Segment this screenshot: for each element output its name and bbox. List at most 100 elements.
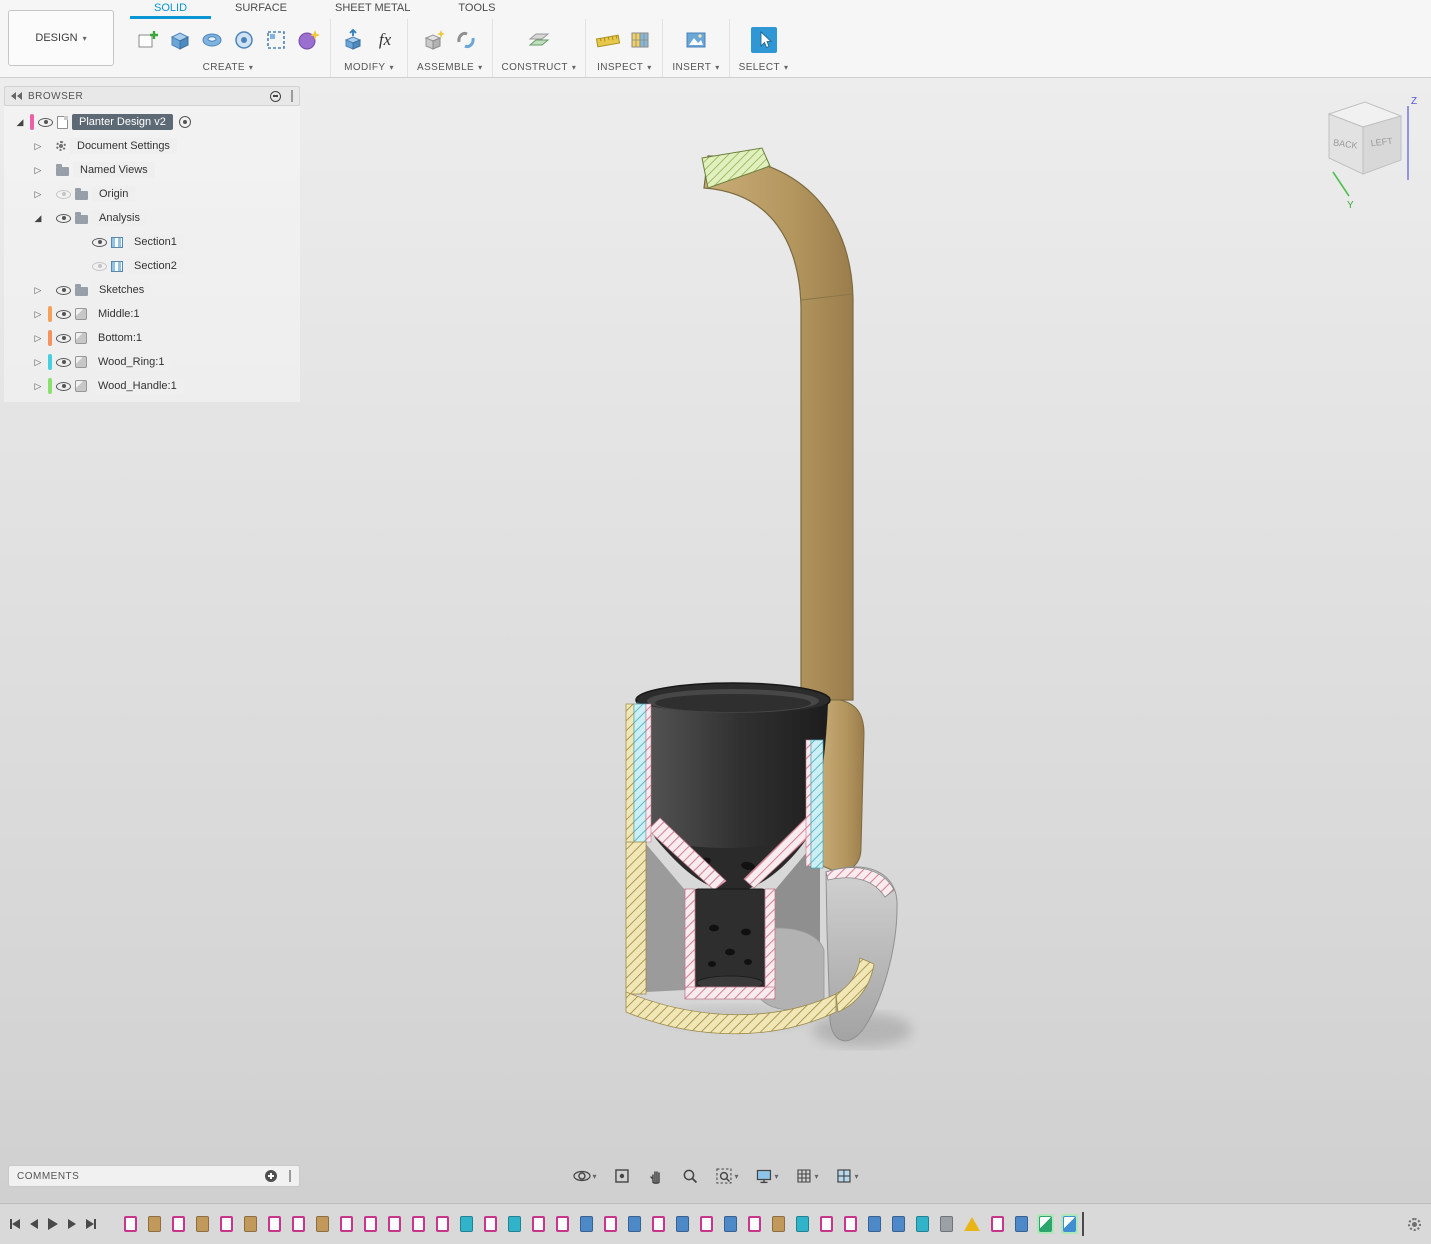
browser-drag-handle[interactable]: [291, 90, 293, 102]
timeline-feature[interactable]: [484, 1216, 497, 1232]
browser-row[interactable]: Origin: [4, 182, 300, 206]
ribbon-tab[interactable]: TOOLS: [434, 0, 519, 19]
ribbon-tab[interactable]: SHEET METAL: [311, 0, 434, 19]
browser-row[interactable]: Section2: [4, 254, 300, 278]
timeline-feature[interactable]: [268, 1216, 281, 1232]
joint-icon[interactable]: [453, 27, 479, 53]
expand-triangle-icon[interactable]: [32, 309, 44, 320]
rectangular-pattern-icon[interactable]: [263, 27, 289, 53]
ribbon-tab[interactable]: SURFACE: [211, 0, 311, 19]
ribbon-tab[interactable]: SOLID: [130, 0, 211, 19]
node-label[interactable]: Document Settings: [70, 138, 177, 154]
timeline-feature[interactable]: [1015, 1216, 1028, 1232]
pan-button[interactable]: [644, 1165, 666, 1187]
insert-image-icon[interactable]: [683, 27, 709, 53]
browser-row[interactable]: Named Views: [4, 158, 300, 182]
node-label[interactable]: Sketches: [92, 282, 151, 298]
visibility-eye-icon[interactable]: [92, 238, 107, 247]
step-back-button[interactable]: [30, 1219, 38, 1229]
timeline-feature[interactable]: [892, 1216, 905, 1232]
timeline-feature[interactable]: [436, 1216, 449, 1232]
browser-row[interactable]: Wood_Handle:1: [4, 374, 300, 398]
modify-menu[interactable]: MODIFY ▾: [344, 61, 394, 73]
viewports-button[interactable]: ▾: [833, 1165, 861, 1187]
section-analysis-icon[interactable]: [627, 27, 653, 53]
design-menu-button[interactable]: DESIGN ▾: [8, 10, 114, 66]
timeline-feature[interactable]: [580, 1216, 593, 1232]
new-component-icon[interactable]: [421, 27, 447, 53]
visibility-eye-icon[interactable]: [56, 310, 71, 319]
node-label[interactable]: Named Views: [73, 162, 155, 178]
play-button[interactable]: [48, 1218, 58, 1230]
visibility-eye-icon[interactable]: [38, 118, 53, 127]
node-label[interactable]: Section1: [127, 234, 184, 250]
timeline-feature[interactable]: [868, 1216, 881, 1232]
browser-row[interactable]: Sketches: [4, 278, 300, 302]
timeline-feature[interactable]: [724, 1216, 737, 1232]
construct-menu[interactable]: CONSTRUCT ▾: [502, 61, 577, 73]
timeline-feature[interactable]: [220, 1216, 233, 1232]
browser-row[interactable]: Document Settings: [4, 134, 300, 158]
browser-minimize-icon[interactable]: [270, 91, 281, 102]
timeline-feature[interactable]: [991, 1216, 1004, 1232]
node-label[interactable]: Section2: [127, 258, 184, 274]
revolve-icon[interactable]: [199, 27, 225, 53]
expand-triangle-icon[interactable]: [32, 357, 44, 368]
view-cube[interactable]: Z Y BACK LEFT: [1305, 92, 1421, 212]
expand-triangle-icon[interactable]: [32, 141, 44, 152]
browser-row[interactable]: Analysis: [4, 206, 300, 230]
visibility-eye-icon[interactable]: [56, 214, 71, 223]
timeline-feature[interactable]: [748, 1216, 761, 1232]
skip-to-end-button[interactable]: [86, 1219, 96, 1229]
timeline-feature[interactable]: [364, 1216, 377, 1232]
node-label[interactable]: Wood_Handle:1: [91, 378, 184, 394]
node-label[interactable]: Middle:1: [91, 306, 147, 322]
timeline-feature[interactable]: [676, 1216, 689, 1232]
timeline-feature[interactable]: [964, 1217, 980, 1231]
create-sketch-icon[interactable]: [135, 27, 161, 53]
construct-plane-icon[interactable]: [526, 27, 552, 53]
browser-row[interactable]: Middle:1: [4, 302, 300, 326]
inspect-menu[interactable]: INSPECT ▾: [597, 61, 652, 73]
timeline-feature[interactable]: [340, 1216, 353, 1232]
measure-icon[interactable]: [595, 27, 621, 53]
node-label[interactable]: Analysis: [92, 210, 147, 226]
expand-triangle-icon[interactable]: [32, 213, 44, 224]
node-label[interactable]: Origin: [92, 186, 135, 202]
visibility-eye-icon[interactable]: [56, 190, 71, 199]
select-menu[interactable]: SELECT ▾: [739, 61, 789, 73]
timeline-feature[interactable]: [388, 1216, 401, 1232]
timeline-feature[interactable]: [628, 1216, 641, 1232]
visibility-eye-icon[interactable]: [56, 286, 71, 295]
insert-menu[interactable]: INSERT ▾: [672, 61, 719, 73]
comments-bar[interactable]: COMMENTS: [8, 1165, 300, 1187]
timeline-feature[interactable]: [532, 1216, 545, 1232]
add-comment-icon[interactable]: [265, 1170, 277, 1182]
expand-triangle-icon[interactable]: [32, 165, 44, 176]
timeline-feature[interactable]: [148, 1216, 161, 1232]
expand-triangle-icon[interactable]: [32, 333, 44, 344]
timeline-feature[interactable]: [604, 1216, 617, 1232]
browser-row[interactable]: Wood_Ring:1: [4, 350, 300, 374]
display-settings-button[interactable]: ▾: [752, 1165, 780, 1187]
timeline-settings-gear-icon[interactable]: [1408, 1218, 1421, 1231]
timeline-feature[interactable]: [316, 1216, 329, 1232]
browser-row[interactable]: Section1: [4, 230, 300, 254]
comments-drag-handle[interactable]: [289, 1170, 291, 1182]
grid-snap-button[interactable]: ▾: [793, 1165, 821, 1187]
timeline-feature[interactable]: [844, 1216, 857, 1232]
viewport-canvas[interactable]: BROWSER Planter Design v2: [0, 78, 1431, 1203]
timeline-feature[interactable]: [124, 1216, 137, 1232]
visibility-eye-icon[interactable]: [92, 262, 107, 271]
timeline-feature[interactable]: [196, 1216, 209, 1232]
change-parameters-icon[interactable]: fx: [372, 27, 398, 53]
timeline-feature[interactable]: [508, 1216, 521, 1232]
coil-icon[interactable]: [231, 27, 257, 53]
timeline-feature[interactable]: [772, 1216, 785, 1232]
timeline-feature[interactable]: [244, 1216, 257, 1232]
create-form-icon[interactable]: [295, 27, 321, 53]
browser-row[interactable]: Planter Design v2: [4, 110, 300, 134]
step-forward-button[interactable]: [68, 1219, 76, 1229]
look-at-button[interactable]: [610, 1165, 632, 1187]
timeline-position-marker[interactable]: [1082, 1212, 1084, 1236]
